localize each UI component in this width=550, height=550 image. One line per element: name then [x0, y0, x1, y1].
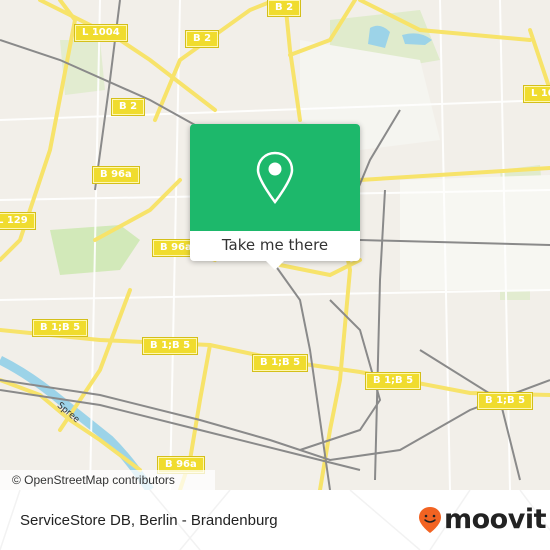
road-label: B 1;B 5: [478, 393, 533, 409]
moovit-wordmark: moovit: [444, 504, 547, 535]
popup-pointer: [265, 260, 285, 270]
place-title: ServiceStore DB, Berlin - Brandenburg: [20, 512, 278, 529]
road-label: L 129: [0, 213, 35, 229]
road-label: B 2: [268, 0, 301, 16]
take-me-there-button[interactable]: Take me there: [190, 231, 360, 261]
road-label: B 1;B 5: [253, 355, 308, 371]
moovit-smiley-pin-icon: [419, 507, 441, 533]
map-attribution[interactable]: © OpenStreetMap contributors: [0, 470, 215, 490]
map-pin-icon: [256, 151, 294, 204]
road-label: L 10: [524, 86, 550, 102]
road-label: B 1;B 5: [33, 320, 88, 336]
road-label: B 2: [186, 31, 219, 47]
moovit-logo[interactable]: moovit: [418, 504, 547, 535]
road-label: B 96a: [93, 167, 139, 183]
road-label: L 1004: [75, 25, 127, 41]
location-popup: Take me there: [190, 124, 360, 270]
popup-header: [190, 124, 360, 231]
road-label: B 1;B 5: [366, 373, 421, 389]
road-label: B 2: [112, 99, 145, 115]
road-label: B 1;B 5: [143, 338, 198, 354]
